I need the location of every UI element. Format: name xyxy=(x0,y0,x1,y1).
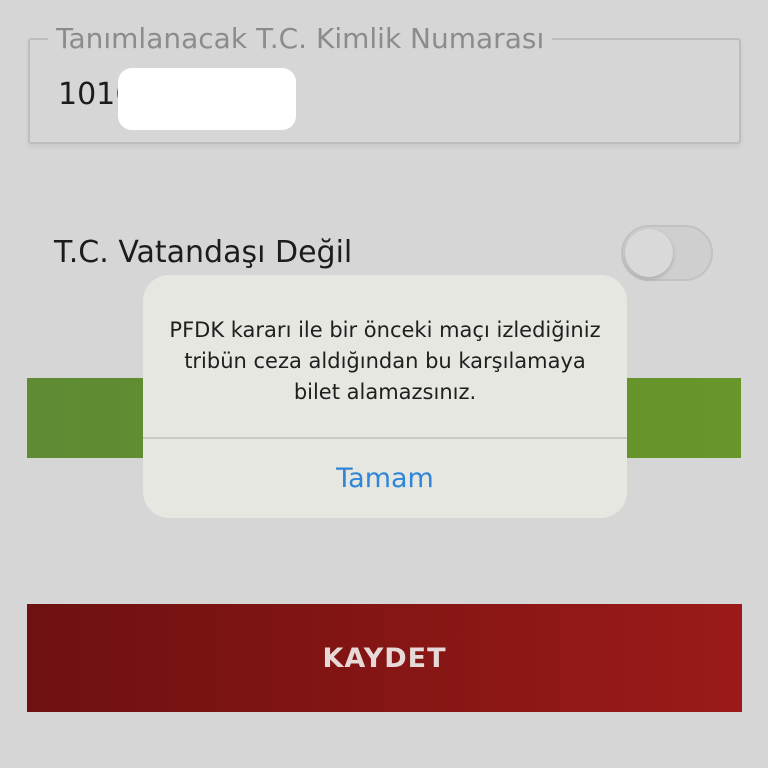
screen: Tanımlanacak T.C. Kimlik Numarası 1016 T… xyxy=(0,0,768,768)
toggle-knob xyxy=(625,229,673,277)
alert-message: PFDK kararı ile bir önceki maçı izlediği… xyxy=(169,318,601,404)
alert-ok-button[interactable]: Tamam xyxy=(143,439,627,518)
non-citizen-toggle[interactable] xyxy=(621,225,713,281)
non-citizen-label: T.C. Vatandaşı Değil xyxy=(54,235,353,270)
save-button[interactable]: KAYDET xyxy=(27,604,742,712)
save-button-label: KAYDET xyxy=(322,642,447,674)
alert-ok-label: Tamam xyxy=(336,463,434,494)
tc-id-field-label: Tanımlanacak T.C. Kimlik Numarası xyxy=(48,22,553,56)
alert-dialog: PFDK kararı ile bir önceki maçı izlediği… xyxy=(143,275,627,518)
redaction-box xyxy=(118,68,296,130)
